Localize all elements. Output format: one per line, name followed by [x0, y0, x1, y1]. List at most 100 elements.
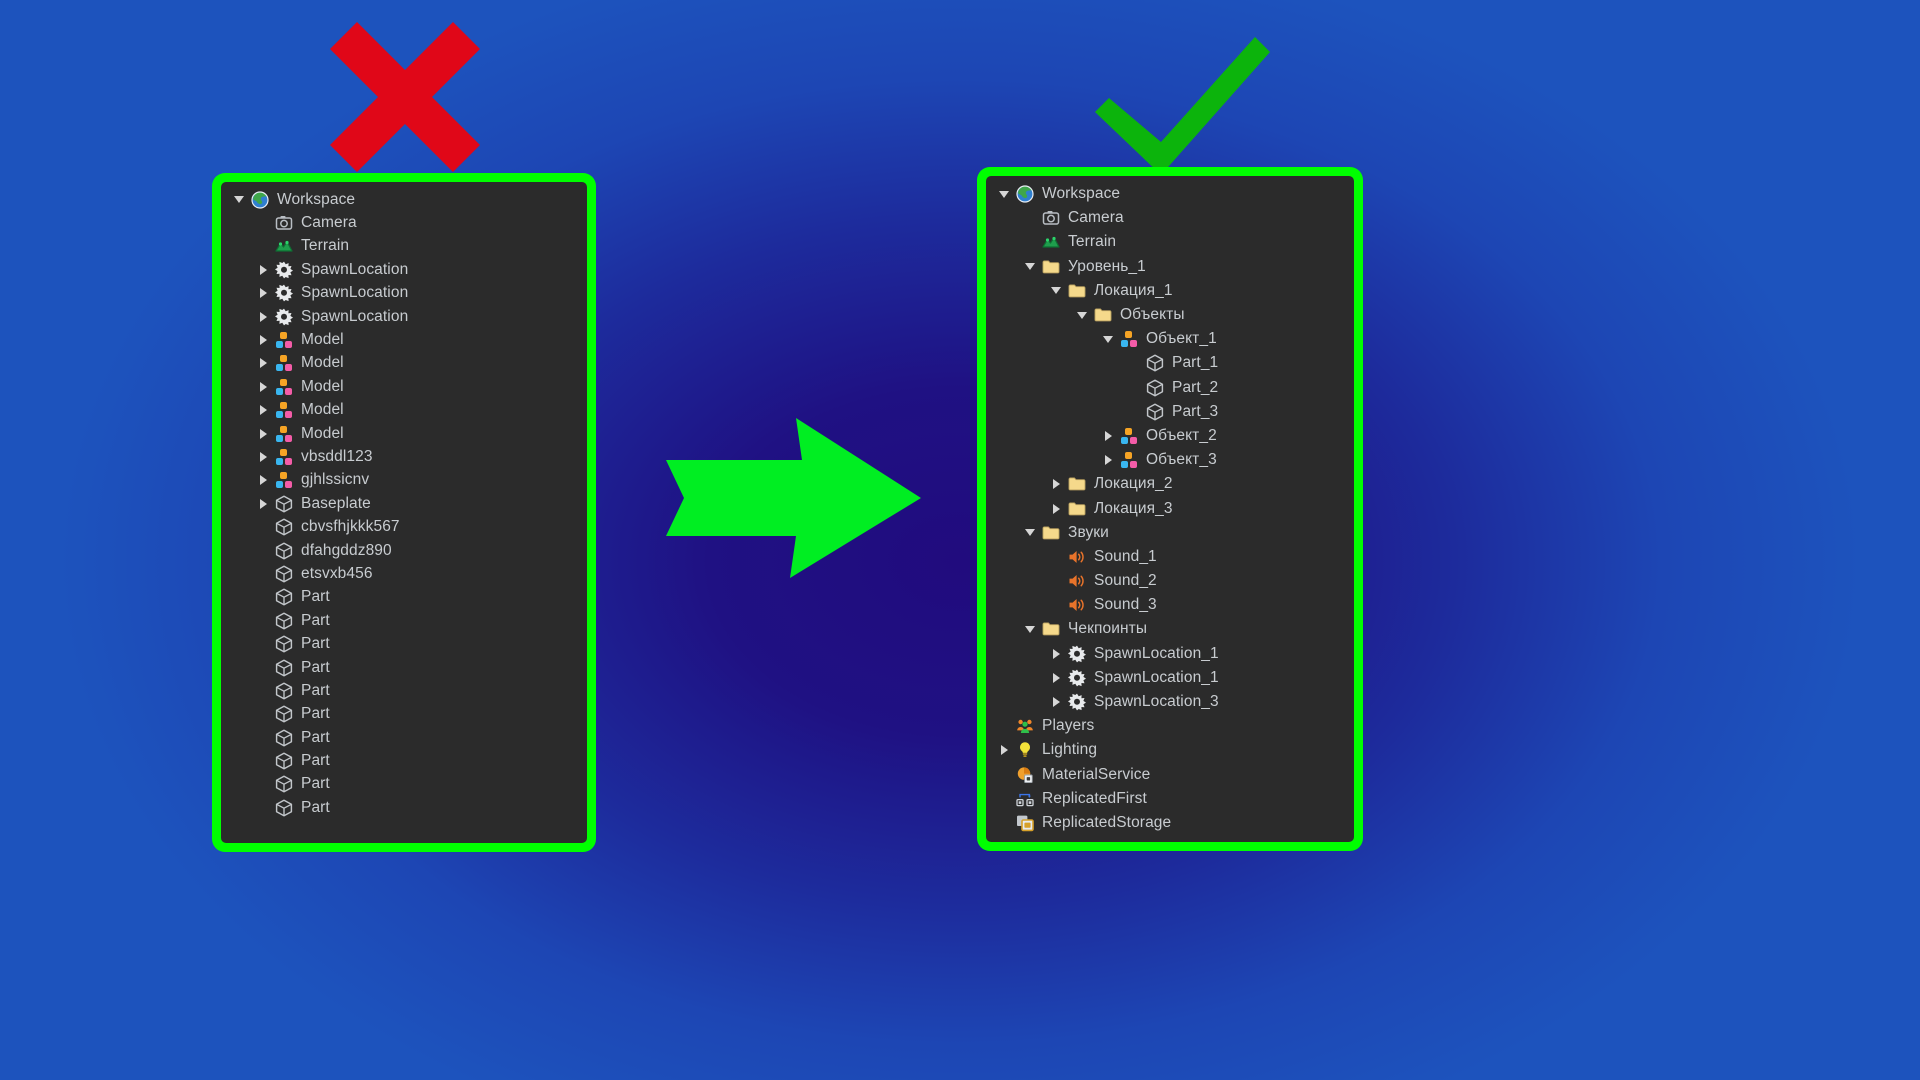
toggle-placeholder — [255, 613, 271, 629]
tree-row[interactable]: vbsddl123 — [221, 445, 587, 468]
tree-row[interactable]: Объект_2 — [986, 424, 1354, 448]
part-cube-icon — [273, 587, 295, 607]
tree-row-label: Workspace — [1042, 185, 1121, 203]
expand-closed-icon[interactable] — [255, 402, 271, 418]
expand-closed-icon[interactable] — [996, 742, 1012, 758]
tree-row[interactable]: ReplicatedStorage — [986, 811, 1354, 835]
expand-closed-icon[interactable] — [1048, 670, 1064, 686]
tree-row[interactable]: Workspace — [221, 188, 587, 211]
tree-row-label: Part — [301, 635, 330, 653]
tree-row[interactable]: SpawnLocation — [221, 305, 587, 328]
expand-closed-icon[interactable] — [255, 496, 271, 512]
expand-closed-icon[interactable] — [1100, 452, 1116, 468]
toggle-placeholder — [255, 776, 271, 792]
expand-closed-icon[interactable] — [255, 262, 271, 278]
tree-row[interactable]: Model — [221, 422, 587, 445]
expand-closed-icon[interactable] — [255, 426, 271, 442]
tree-row[interactable]: Terrain — [986, 230, 1354, 254]
tree-row[interactable]: MaterialService — [986, 763, 1354, 787]
tree-row[interactable]: Sound_1 — [986, 545, 1354, 569]
tree-row[interactable]: Локация_2 — [986, 472, 1354, 496]
tree-row[interactable]: Sound_2 — [986, 569, 1354, 593]
expand-open-icon[interactable] — [231, 192, 247, 208]
toggle-placeholder — [1022, 210, 1038, 226]
tree-row[interactable]: Lighting — [986, 738, 1354, 762]
tree-row[interactable]: Part — [221, 632, 587, 655]
tree-row[interactable]: Camera — [221, 211, 587, 234]
tree-row[interactable]: Model — [221, 375, 587, 398]
explorer-body-good: Workspace Camera Terrain Уровень_1 Локация_1… — [986, 176, 1354, 842]
tree-row[interactable]: SpawnLocation — [221, 282, 587, 305]
expand-closed-icon[interactable] — [255, 449, 271, 465]
tree-row[interactable]: Звуки — [986, 521, 1354, 545]
tree-row[interactable]: Локация_1 — [986, 279, 1354, 303]
expand-open-icon[interactable] — [1074, 307, 1090, 323]
explorer-tree-bad[interactable]: Workspace Camera Terrain SpawnLocation Spawn… — [221, 182, 587, 820]
expand-open-icon[interactable] — [1022, 525, 1038, 541]
tree-row[interactable]: Part_3 — [986, 400, 1354, 424]
tree-row[interactable]: Players — [986, 714, 1354, 738]
folder-icon — [1040, 619, 1062, 639]
tree-row[interactable]: Локация_3 — [986, 496, 1354, 520]
tree-row[interactable]: Camera — [986, 206, 1354, 230]
expand-closed-icon[interactable] — [255, 355, 271, 371]
expand-closed-icon[interactable] — [255, 309, 271, 325]
tree-row[interactable]: Part — [221, 773, 587, 796]
tree-row[interactable]: Part_1 — [986, 351, 1354, 375]
tree-row[interactable]: gjhlssicnv — [221, 469, 587, 492]
expand-closed-icon[interactable] — [1048, 694, 1064, 710]
tree-row[interactable]: Part — [221, 656, 587, 679]
expand-closed-icon[interactable] — [255, 379, 271, 395]
tree-row[interactable]: SpawnLocation_1 — [986, 642, 1354, 666]
tree-row[interactable]: Model — [221, 328, 587, 351]
tree-row[interactable]: Объекты — [986, 303, 1354, 327]
tree-row[interactable]: Model — [221, 352, 587, 375]
tree-row-label: Sound_1 — [1094, 547, 1157, 565]
expand-open-icon[interactable] — [1048, 283, 1064, 299]
tree-row[interactable]: Terrain — [221, 235, 587, 258]
expand-open-icon[interactable] — [1022, 621, 1038, 637]
tree-row[interactable]: Part — [221, 726, 587, 749]
tree-row[interactable]: Part_2 — [986, 376, 1354, 400]
tree-row[interactable]: Объект_1 — [986, 327, 1354, 351]
tree-row[interactable]: Workspace — [986, 182, 1354, 206]
tree-row[interactable]: Part — [221, 749, 587, 772]
tree-row[interactable]: cbvsfhjkkk567 — [221, 515, 587, 538]
tree-row[interactable]: Уровень_1 — [986, 255, 1354, 279]
tree-row[interactable]: Part — [221, 586, 587, 609]
tree-row[interactable]: Объект_3 — [986, 448, 1354, 472]
tree-row[interactable]: Part — [221, 609, 587, 632]
part-cube-icon — [273, 704, 295, 724]
expand-open-icon[interactable] — [996, 186, 1012, 202]
tree-row[interactable]: Model — [221, 399, 587, 422]
expand-closed-icon[interactable] — [255, 332, 271, 348]
expand-closed-icon[interactable] — [1100, 428, 1116, 444]
folder-icon — [1040, 257, 1062, 277]
expand-closed-icon[interactable] — [255, 472, 271, 488]
expand-open-icon[interactable] — [1100, 331, 1116, 347]
tree-row[interactable]: Part — [221, 679, 587, 702]
expand-closed-icon[interactable] — [1048, 476, 1064, 492]
tree-row[interactable]: Part — [221, 796, 587, 819]
tree-row[interactable]: ReplicatedFirst — [986, 787, 1354, 811]
expand-closed-icon[interactable] — [1048, 646, 1064, 662]
tree-row[interactable]: SpawnLocation — [221, 258, 587, 281]
toggle-placeholder — [1126, 355, 1142, 371]
tree-row[interactable]: etsvxb456 — [221, 562, 587, 585]
tree-row-label: etsvxb456 — [301, 564, 373, 582]
folder-icon — [1092, 305, 1114, 325]
tree-row[interactable]: Part — [221, 703, 587, 726]
expand-open-icon[interactable] — [1022, 259, 1038, 275]
explorer-tree-good[interactable]: Workspace Camera Terrain Уровень_1 Локация_1… — [986, 176, 1354, 835]
toggle-placeholder — [1126, 404, 1142, 420]
expand-closed-icon[interactable] — [1048, 501, 1064, 517]
tree-row[interactable]: SpawnLocation_1 — [986, 666, 1354, 690]
expand-closed-icon[interactable] — [255, 285, 271, 301]
toggle-placeholder — [1048, 597, 1064, 613]
tree-row[interactable]: Sound_3 — [986, 593, 1354, 617]
tree-row[interactable]: dfahgddz890 — [221, 539, 587, 562]
tree-row[interactable]: Baseplate — [221, 492, 587, 515]
tree-row[interactable]: Чекпоинты — [986, 617, 1354, 641]
part-cube-icon — [273, 564, 295, 584]
tree-row[interactable]: SpawnLocation_3 — [986, 690, 1354, 714]
